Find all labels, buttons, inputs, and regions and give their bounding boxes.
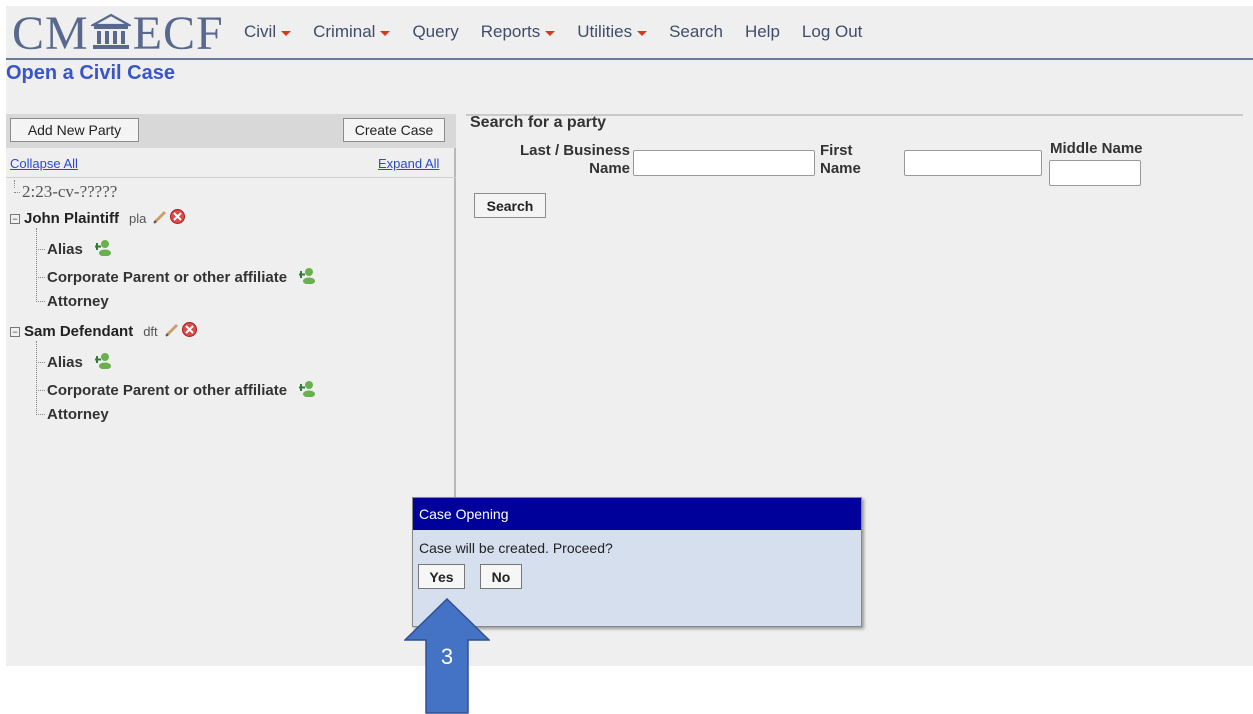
caret-down-icon	[380, 31, 391, 36]
caret-down-icon	[281, 31, 292, 36]
collapse-all-link[interactable]: Collapse All	[10, 156, 78, 171]
tree-child-alias[interactable]: Alias	[36, 351, 113, 373]
tree-child-attorney[interactable]: Attorney	[36, 293, 109, 310]
child-label: Attorney	[47, 406, 109, 423]
child-label: Attorney	[47, 293, 109, 310]
label-line: First	[820, 142, 853, 159]
add-person-icon[interactable]	[298, 379, 317, 401]
edit-pencil-icon[interactable]	[164, 322, 180, 342]
nav-civil[interactable]: Civil	[244, 22, 292, 42]
add-new-party-button[interactable]: Add New Party	[10, 118, 139, 142]
nav-query[interactable]: Query	[412, 22, 458, 42]
case-number-node: 2:23-cv-?????	[14, 182, 117, 202]
expand-all-link[interactable]: Expand All	[378, 156, 439, 171]
tree-child-corporate-parent[interactable]: Corporate Parent or other affiliate	[36, 379, 317, 401]
step-arrow-annotation: 3	[404, 598, 490, 714]
nav-label: Log Out	[801, 22, 863, 41]
header-bar: CM ECF Civil Criminal Query Reports Util…	[6, 6, 1253, 60]
nav-label: Utilities	[577, 22, 633, 41]
first-name-label: First Name	[820, 142, 870, 178]
step-number: 3	[440, 644, 454, 669]
collapse-toggle-icon[interactable]: −	[10, 326, 20, 337]
middle-name-label: Middle Name	[1050, 140, 1143, 157]
party-search-form: Search for a party Last / Business Name …	[458, 114, 1253, 314]
logo-text-left: CM	[12, 6, 89, 60]
child-label: Corporate Parent or other affiliate	[47, 381, 288, 399]
nav-label: Civil	[244, 22, 277, 41]
nav-logout[interactable]: Log Out	[802, 22, 863, 42]
party-node-plaintiff[interactable]: − John Plaintiff pla	[10, 208, 186, 229]
party-toolbar: Add New Party Create Case	[6, 114, 456, 148]
nav-reports[interactable]: Reports	[481, 22, 556, 42]
nav-label: Criminal	[313, 22, 376, 41]
case-number: 2:23-cv-?????	[22, 182, 118, 201]
label-line: Name	[589, 160, 630, 177]
child-label: Alias	[47, 353, 83, 371]
add-person-icon[interactable]	[93, 238, 113, 260]
child-label: Corporate Parent or other affiliate	[47, 268, 288, 286]
caret-down-icon	[545, 31, 556, 36]
first-name-input[interactable]	[904, 150, 1042, 176]
party-name: Sam Defendant	[24, 323, 134, 340]
label-line: Last / Business	[519, 142, 630, 159]
child-label: Alias	[47, 240, 83, 258]
no-button[interactable]: No	[480, 564, 522, 589]
create-case-button[interactable]: Create Case	[343, 118, 445, 142]
nav-help[interactable]: Help	[745, 22, 780, 42]
page-title: Open a Civil Case	[6, 62, 175, 84]
tree-child-attorney[interactable]: Attorney	[36, 406, 109, 423]
delete-icon[interactable]	[181, 321, 198, 342]
party-role: dft	[143, 324, 158, 339]
delete-icon[interactable]	[169, 208, 186, 229]
party-name: John Plaintiff	[24, 210, 119, 227]
middle-name-input[interactable]	[1049, 160, 1141, 186]
add-person-icon[interactable]	[298, 266, 317, 288]
party-node-defendant[interactable]: − Sam Defendant dft	[10, 321, 198, 342]
party-tree-panel: Add New Party Create Case Collapse All E…	[6, 114, 456, 666]
nav-label: Help	[744, 22, 780, 41]
last-name-input[interactable]	[633, 150, 815, 176]
caret-down-icon	[637, 31, 648, 36]
collapse-toggle-icon[interactable]: −	[10, 213, 20, 224]
add-person-icon[interactable]	[93, 351, 113, 373]
nav-search[interactable]: Search	[669, 22, 723, 42]
nav-utilities[interactable]: Utilities	[577, 22, 648, 42]
cmecf-logo[interactable]: CM ECF	[12, 6, 224, 60]
search-button[interactable]: Search	[474, 193, 546, 218]
dialog-message: Case will be created. Proceed?	[419, 540, 613, 556]
label-line: Name	[820, 160, 861, 177]
last-name-label: Last / Business Name	[488, 142, 630, 178]
main-nav: Civil Criminal Query Reports Utilities S…	[244, 22, 884, 42]
nav-label: Search	[669, 22, 723, 41]
dialog-title: Case Opening	[413, 498, 861, 530]
yes-button[interactable]: Yes	[418, 564, 465, 589]
party-role: pla	[129, 211, 147, 226]
logo-text-right: ECF	[132, 6, 224, 60]
tree-child-corporate-parent[interactable]: Corporate Parent or other affiliate	[36, 266, 317, 288]
tree-controls: Collapse All Expand All	[6, 148, 456, 178]
tree-child-alias[interactable]: Alias	[36, 238, 113, 260]
edit-pencil-icon[interactable]	[152, 209, 168, 229]
courthouse-icon	[88, 8, 133, 63]
nav-label: Query	[412, 22, 459, 41]
cmecf-app: CM ECF Civil Criminal Query Reports Util…	[6, 6, 1253, 666]
search-title: Search for a party	[470, 114, 607, 131]
nav-label: Reports	[480, 22, 541, 41]
nav-criminal[interactable]: Criminal	[313, 22, 391, 42]
